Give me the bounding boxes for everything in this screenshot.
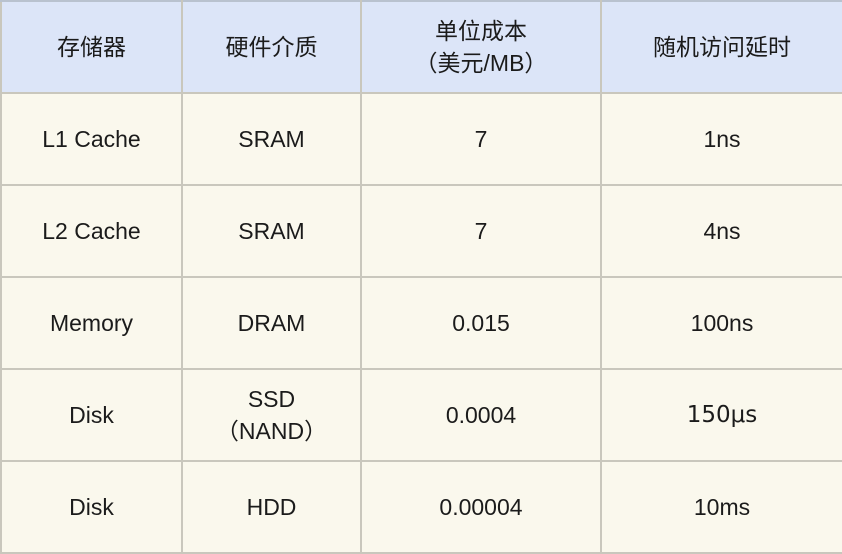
cell-latency-text: 1ns: [703, 125, 741, 152]
column-header-device-label: 存储器: [57, 33, 126, 60]
cell-device: L1 Cache: [0, 92, 183, 186]
cell-cost: 7: [360, 92, 602, 186]
cell-medium-text: HDD: [246, 493, 297, 520]
cell-medium: SRAM: [181, 184, 362, 278]
table-row: L1 Cache SRAM 7 1ns: [0, 92, 842, 186]
cell-medium: HDD: [181, 460, 362, 554]
cell-latency: 1ns: [600, 92, 842, 186]
table-row: Disk SSD （NAND） 0.0004 150μs: [0, 368, 842, 462]
column-header-device: 存储器: [0, 0, 183, 94]
column-header-latency: 随机访问延时: [600, 0, 842, 94]
column-header-cost-unit: （美元/MB）: [414, 49, 548, 76]
cell-cost: 7: [360, 184, 602, 278]
cell-cost: 0.00004: [360, 460, 602, 554]
cell-device-text: Disk: [69, 401, 114, 428]
column-header-latency-label: 随机访问延时: [653, 33, 791, 60]
column-header-medium-label: 硬件介质: [225, 33, 318, 60]
cell-latency-text: 4ns: [703, 217, 741, 244]
cell-cost-text: 0.0004: [445, 401, 517, 428]
table-header: 存储器 硬件介质 单位成本 （美元/MB） 随机访问延时: [0, 0, 842, 94]
cell-medium-text: SRAM: [238, 217, 305, 244]
table-row: Disk HDD 0.00004 10ms: [0, 460, 842, 554]
cell-latency: 10ms: [600, 460, 842, 554]
cell-device-text: Disk: [69, 493, 114, 520]
cell-medium: SSD （NAND）: [181, 368, 362, 462]
cell-medium-text: DRAM: [237, 309, 306, 336]
cell-cost-text: 0.015: [452, 309, 510, 336]
cell-latency-text: 100ns: [690, 309, 754, 336]
cell-latency-text: 150μs: [686, 401, 758, 428]
cell-medium: SRAM: [181, 92, 362, 186]
cell-device-text: Memory: [49, 309, 134, 336]
cell-device: Memory: [0, 276, 183, 370]
column-header-cost: 单位成本 （美元/MB）: [360, 0, 602, 94]
cell-latency: 100ns: [600, 276, 842, 370]
cell-latency: 4ns: [600, 184, 842, 278]
cell-cost: 0.0004: [360, 368, 602, 462]
table-row: Memory DRAM 0.015 100ns: [0, 276, 842, 370]
cell-medium-text: SRAM: [238, 125, 305, 152]
cell-medium: DRAM: [181, 276, 362, 370]
cell-cost: 0.015: [360, 276, 602, 370]
column-header-medium: 硬件介质: [181, 0, 362, 94]
cell-medium-text: SSD: [247, 385, 296, 412]
cell-device: L2 Cache: [0, 184, 183, 278]
cell-latency: 150μs: [600, 368, 842, 462]
storage-hierarchy-table: 存储器 硬件介质 单位成本 （美元/MB） 随机访问延时 L1 Cache SR…: [0, 0, 842, 554]
cell-cost-text: 7: [474, 217, 488, 244]
table-row: L2 Cache SRAM 7 4ns: [0, 184, 842, 278]
table-body: L1 Cache SRAM 7 1ns L2 Cache SRAM 7 4ns …: [0, 92, 842, 554]
cell-cost-text: 0.00004: [439, 493, 523, 520]
table-header-row: 存储器 硬件介质 单位成本 （美元/MB） 随机访问延时: [0, 0, 842, 94]
cell-medium-subtext: （NAND）: [215, 418, 328, 444]
cell-device: Disk: [0, 460, 183, 554]
cell-latency-text: 10ms: [693, 493, 751, 520]
column-header-cost-label: 单位成本: [435, 18, 527, 45]
cell-cost-text: 7: [474, 125, 488, 152]
cell-device: Disk: [0, 368, 183, 462]
cell-device-text: L2 Cache: [42, 217, 141, 244]
cell-device-text: L1 Cache: [42, 125, 141, 152]
